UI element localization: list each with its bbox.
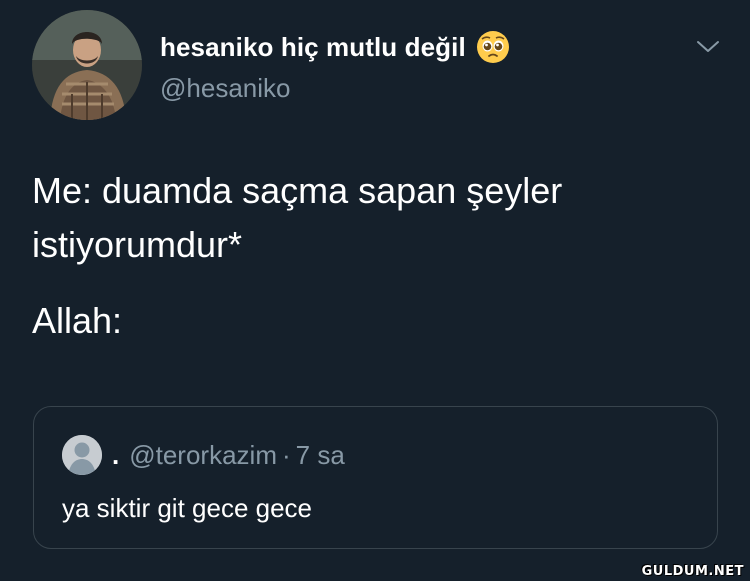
author-avatar-image [32,10,142,120]
tweet-card: hesaniko hiç mutlu değil @hesaniko Me: d… [0,0,750,581]
quoted-display-name[interactable]: . [112,440,119,471]
author-handle[interactable]: @hesaniko [160,73,290,104]
separator-dot: · [281,439,291,470]
quoted-timestamp[interactable]: 7 sa [296,440,345,471]
tweet-text-line: istiyorumdur* [32,224,243,265]
tweet-body: Me: duamda saçma sapan şeyler istiyorumd… [32,164,722,348]
quoted-tweet-header: . @terorkazim · 7 sa [62,435,345,475]
quoted-tweet-text: ya siktir git gece gece [62,493,313,523]
tweet-text-line: Allah: [32,300,123,341]
chevron-down-icon[interactable] [695,36,721,56]
tweet-text-line: Me: duamda saçma sapan şeyler [32,170,563,211]
author-display-name[interactable]: hesaniko hiç mutlu değil [160,30,510,64]
author-avatar[interactable] [32,10,142,120]
quoted-tweet[interactable]: . @terorkazim · 7 sa ya siktir git gece … [33,406,718,549]
watermark: GULDUM.NET [641,564,744,579]
pleading-face-emoji-icon [476,30,510,64]
author-display-name-text: hesaniko hiç mutlu değil [160,31,466,62]
default-avatar-icon[interactable] [62,435,102,475]
quoted-handle[interactable]: @terorkazim [129,440,277,471]
